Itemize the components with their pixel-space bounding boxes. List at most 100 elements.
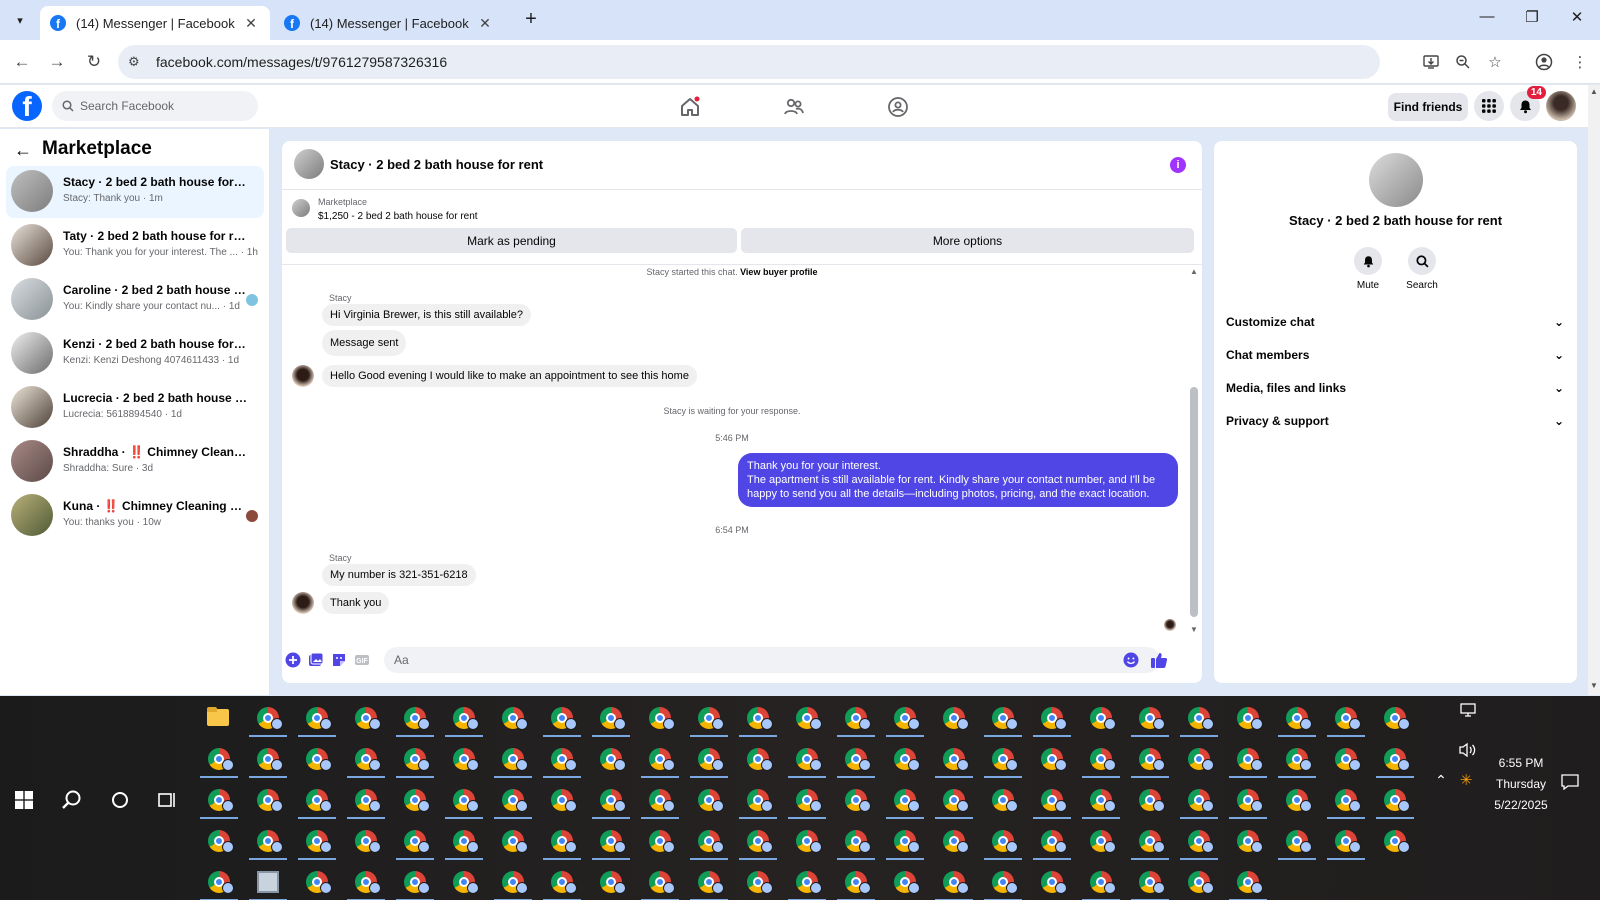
scroll-up-icon[interactable]: ▲ xyxy=(1190,267,1198,276)
chrome-taskbar-icon[interactable] xyxy=(1178,700,1218,738)
account-avatar[interactable] xyxy=(1546,91,1576,121)
chrome-taskbar-icon[interactable] xyxy=(639,864,679,900)
message-scrollbar[interactable]: ▲ ▼ xyxy=(1190,267,1198,637)
minimize-window-icon[interactable]: — xyxy=(1472,8,1502,32)
scroll-down-icon[interactable]: ▼ xyxy=(1590,681,1598,690)
media-files-links-section[interactable]: Media, files and links ⌄ xyxy=(1226,375,1564,401)
close-window-icon[interactable]: ✕ xyxy=(1562,8,1592,32)
chrome-taskbar-icon[interactable] xyxy=(345,823,385,861)
conversation-item[interactable]: Shraddha · ‼️ Chimney Cleaning s... Shra… xyxy=(6,436,264,488)
chrome-taskbar-icon[interactable] xyxy=(1276,700,1316,738)
chrome-taskbar-icon[interactable] xyxy=(296,864,336,900)
chrome-taskbar-icon[interactable] xyxy=(639,700,679,738)
zoom-icon[interactable] xyxy=(1451,50,1475,74)
emoji-icon[interactable] xyxy=(1122,651,1140,669)
chrome-taskbar-icon[interactable] xyxy=(1080,700,1120,738)
facebook-logo-icon[interactable]: f xyxy=(12,91,42,121)
chrome-taskbar-icon[interactable] xyxy=(884,700,924,738)
chrome-taskbar-icon[interactable] xyxy=(982,782,1022,820)
chrome-taskbar-icon[interactable] xyxy=(933,864,973,900)
site-info-icon[interactable]: ⚙ xyxy=(128,54,148,70)
chrome-taskbar-icon[interactable] xyxy=(1031,741,1071,779)
chrome-taskbar-icon[interactable] xyxy=(884,864,924,900)
clock-time[interactable]: 6:55 PM xyxy=(1476,756,1566,770)
mark-as-pending-button[interactable]: Mark as pending xyxy=(286,228,737,253)
chrome-taskbar-icon[interactable] xyxy=(1374,700,1414,738)
chrome-taskbar-icon[interactable] xyxy=(933,741,973,779)
chrome-taskbar-icon[interactable] xyxy=(982,823,1022,861)
browser-menu-icon[interactable]: ⋮ xyxy=(1568,50,1592,74)
chrome-taskbar-icon[interactable] xyxy=(835,741,875,779)
chrome-taskbar-icon[interactable] xyxy=(737,741,777,779)
chrome-taskbar-icon[interactable] xyxy=(541,823,581,861)
chrome-taskbar-icon[interactable] xyxy=(835,823,875,861)
bookmark-star-icon[interactable]: ☆ xyxy=(1483,50,1507,74)
chrome-taskbar-icon[interactable] xyxy=(345,700,385,738)
chrome-taskbar-icon[interactable] xyxy=(198,823,238,861)
chrome-taskbar-icon[interactable] xyxy=(786,782,826,820)
scroll-up-icon[interactable]: ▲ xyxy=(1590,87,1598,96)
chrome-taskbar-icon[interactable] xyxy=(394,823,434,861)
chrome-taskbar-icon[interactable] xyxy=(786,864,826,900)
cortana-icon[interactable] xyxy=(108,788,132,812)
chrome-taskbar-icon[interactable] xyxy=(1227,864,1267,900)
friends-nav-icon[interactable] xyxy=(780,93,808,121)
chrome-taskbar-icon[interactable] xyxy=(345,782,385,820)
file-explorer-icon[interactable] xyxy=(198,700,238,738)
restore-window-icon[interactable]: ❐ xyxy=(1517,8,1547,32)
new-tab-button[interactable]: + xyxy=(520,9,542,31)
conversation-item[interactable]: Taty · 2 bed 2 bath house for rent You: … xyxy=(6,220,264,272)
chrome-taskbar-icon[interactable] xyxy=(492,823,532,861)
windows-start-icon[interactable] xyxy=(12,788,36,812)
browser-tab-active[interactable]: f (14) Messenger | Facebook ✕ xyxy=(40,6,270,40)
conversation-item[interactable]: Stacy · 2 bed 2 bath house for rent Stac… xyxy=(6,166,264,218)
sticker-icon[interactable] xyxy=(330,651,348,669)
privacy-support-section[interactable]: Privacy & support ⌄ xyxy=(1226,408,1564,434)
photo-icon[interactable] xyxy=(307,651,325,669)
chrome-taskbar-icon[interactable] xyxy=(345,741,385,779)
chrome-taskbar-icon[interactable] xyxy=(737,864,777,900)
chrome-taskbar-icon[interactable] xyxy=(541,864,581,900)
chrome-taskbar-icon[interactable] xyxy=(541,700,581,738)
chrome-taskbar-icon[interactable] xyxy=(1031,823,1071,861)
back-arrow-icon[interactable]: ← xyxy=(14,140,32,161)
chrome-taskbar-icon[interactable] xyxy=(296,700,336,738)
conversation-item[interactable]: Caroline · 2 bed 2 bath house fo... You:… xyxy=(6,274,264,326)
scrollbar-thumb[interactable] xyxy=(1190,387,1198,617)
chrome-taskbar-icon[interactable] xyxy=(1080,741,1120,779)
find-friends-button[interactable]: Find friends xyxy=(1388,93,1468,121)
chrome-taskbar-icon[interactable] xyxy=(296,823,336,861)
chrome-taskbar-icon[interactable] xyxy=(1227,782,1267,820)
chrome-taskbar-icon[interactable] xyxy=(443,700,483,738)
chrome-taskbar-icon[interactable] xyxy=(590,700,630,738)
chrome-taskbar-icon[interactable] xyxy=(982,864,1022,900)
chrome-taskbar-icon[interactable] xyxy=(688,823,728,861)
home-nav-icon[interactable] xyxy=(676,93,704,121)
tab-search-dropdown[interactable]: ▾ xyxy=(8,8,32,32)
chrome-taskbar-icon[interactable] xyxy=(296,741,336,779)
chrome-taskbar-icon[interactable] xyxy=(1325,823,1365,861)
chrome-taskbar-icon[interactable] xyxy=(688,741,728,779)
show-hidden-icons-chevron-up-icon[interactable]: ⌃ xyxy=(1431,770,1451,790)
chrome-taskbar-icon[interactable] xyxy=(1031,864,1071,900)
chrome-taskbar-icon[interactable] xyxy=(394,700,434,738)
clock-day[interactable]: Thursday xyxy=(1476,777,1566,791)
profile-icon[interactable] xyxy=(1532,50,1556,74)
chrome-taskbar-icon[interactable] xyxy=(492,864,532,900)
chrome-taskbar-icon[interactable] xyxy=(786,741,826,779)
chrome-taskbar-icon[interactable] xyxy=(1325,700,1365,738)
sender-avatar[interactable] xyxy=(292,592,314,614)
sender-avatar[interactable] xyxy=(292,365,314,387)
clock-date[interactable]: 5/22/2025 xyxy=(1476,798,1566,812)
facebook-search-input[interactable] xyxy=(80,99,240,113)
chrome-taskbar-icon[interactable] xyxy=(198,741,238,779)
action-center-icon[interactable] xyxy=(1558,770,1582,794)
chrome-taskbar-icon[interactable] xyxy=(884,823,924,861)
chrome-taskbar-icon[interactable] xyxy=(1129,823,1169,861)
network-icon[interactable] xyxy=(1456,698,1480,722)
chrome-taskbar-icon[interactable] xyxy=(786,700,826,738)
back-arrow-icon[interactable]: ← xyxy=(10,50,34,74)
more-options-button[interactable]: More options xyxy=(741,228,1194,253)
chrome-taskbar-icon[interactable] xyxy=(1374,782,1414,820)
chrome-taskbar-icon[interactable] xyxy=(982,741,1022,779)
